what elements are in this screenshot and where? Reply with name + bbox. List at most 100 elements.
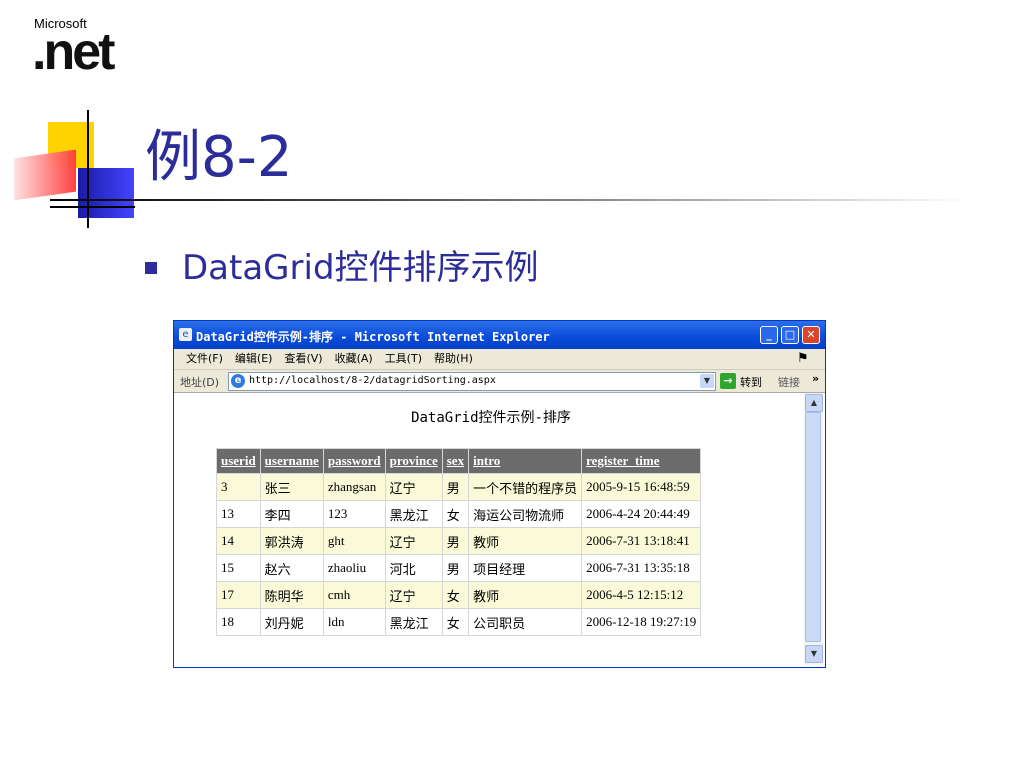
table-cell: 123 <box>322 500 386 528</box>
ie-icon: e <box>231 374 245 388</box>
grid-header-row: userid username password province sex in… <box>216 448 702 474</box>
window-titlebar: e DataGrid控件示例-排序 - Microsoft Internet E… <box>174 321 825 349</box>
table-cell: 刘丹妮 <box>259 608 324 636</box>
url-text[interactable]: http://localhost/8-2/datagridSorting.asp… <box>249 375 496 386</box>
slide-title: 例8-2 <box>145 125 293 190</box>
table-cell: 陈明华 <box>259 581 324 609</box>
maximize-button[interactable]: □ <box>781 326 799 344</box>
table-cell: 3 <box>216 473 261 501</box>
address-label: 地址(D) <box>180 376 220 389</box>
address-bar: 地址(D) e http://localhost/8-2/datagridSor… <box>174 370 825 393</box>
table-cell: 赵六 <box>259 554 324 582</box>
window-title: DataGrid控件示例-排序 - Microsoft Internet Exp… <box>196 330 550 344</box>
close-button[interactable]: ✕ <box>802 326 820 344</box>
ie-page-icon: e <box>179 328 192 341</box>
table-cell: 13 <box>216 500 261 528</box>
table-cell: 2006-4-24 20:44:49 <box>581 500 702 528</box>
sort-link-userid[interactable]: userid <box>221 453 256 468</box>
table-cell: 男 <box>441 527 470 555</box>
table-cell: 17 <box>216 581 261 609</box>
table-cell: 男 <box>441 554 470 582</box>
table-cell: 项目经理 <box>468 554 583 582</box>
chevron-down-icon[interactable]: ▼ <box>700 374 714 388</box>
scroll-thumb[interactable] <box>805 412 821 642</box>
table-cell: 海运公司物流师 <box>468 500 583 528</box>
table-cell: 教师 <box>468 527 583 555</box>
title-underline <box>50 199 970 201</box>
windows-flag-icon: ⚑ <box>797 351 809 366</box>
menu-edit[interactable]: 编辑(E) <box>235 349 273 369</box>
net-wordmark: .net <box>32 23 115 81</box>
sort-link-register-time[interactable]: register_time <box>586 453 659 468</box>
page-heading: DataGrid控件示例-排序 <box>411 410 571 426</box>
table-row: 17 陈明华 cmh 辽宁女教师 2006-4-5 12:15:12 <box>216 581 702 609</box>
decor-red-square <box>14 149 76 201</box>
table-cell: 河北 <box>384 554 443 582</box>
menu-help[interactable]: 帮助(H) <box>434 349 473 369</box>
table-cell: 辽宁 <box>384 581 443 609</box>
table-cell: 女 <box>441 608 470 636</box>
table-row: 18 刘丹妮 ldn 黑龙江女公司职员 2006-12-18 19:27:19 <box>216 608 702 636</box>
table-cell: zhaoliu <box>322 554 386 582</box>
go-button[interactable]: 转到 <box>740 374 762 390</box>
table-cell: 公司职员 <box>468 608 583 636</box>
table-cell: 2006-12-18 19:27:19 <box>581 608 702 636</box>
menu-view[interactable]: 查看(V) <box>284 349 322 369</box>
table-cell: 郭洪涛 <box>259 527 324 555</box>
table-cell: 女 <box>441 500 470 528</box>
table-cell: 2006-7-31 13:35:18 <box>581 554 702 582</box>
col-header[interactable]: register_time <box>581 448 702 474</box>
table-cell: ldn <box>322 608 386 636</box>
table-row: 13 李四 123 黑龙江女海运公司物流师 2006-4-24 20:44:49 <box>216 500 702 528</box>
table-cell: 女 <box>441 581 470 609</box>
menu-bar: 文件(F) 编辑(E) 查看(V) 收藏(A) 工具(T) 帮助(H) ⚑ <box>174 349 825 370</box>
links-button[interactable]: 链接 <box>778 374 800 390</box>
sort-link-intro[interactable]: intro <box>473 453 500 468</box>
more-chevron-icon[interactable]: » <box>812 372 819 385</box>
scroll-up-icon[interactable]: ▲ <box>805 394 823 412</box>
sort-link-province[interactable]: province <box>390 453 438 468</box>
vertical-scrollbar[interactable]: ▲ ▼ <box>804 393 823 665</box>
table-cell: cmh <box>322 581 386 609</box>
col-header[interactable]: intro <box>468 448 583 474</box>
table-row: 15 赵六 zhaoliu 河北男项目经理 2006-7-31 13:35:18 <box>216 554 702 582</box>
table-cell: zhangsan <box>322 473 386 501</box>
col-header[interactable]: sex <box>441 448 470 474</box>
table-cell: 15 <box>216 554 261 582</box>
table-row: 3 张三 zhangsan 辽宁男一个不错的程序员 2005-9-15 16:48:59 <box>216 473 702 501</box>
menu-tools[interactable]: 工具(T) <box>385 349 422 369</box>
menu-favorites[interactable]: 收藏(A) <box>335 349 373 369</box>
table-cell: 男 <box>441 473 470 501</box>
browser-window: e DataGrid控件示例-排序 - Microsoft Internet E… <box>173 320 826 668</box>
dotnet-logo: Microsoft .net <box>18 14 138 84</box>
sort-link-password[interactable]: password <box>328 453 381 468</box>
col-header[interactable]: userid <box>216 448 261 474</box>
table-cell: 黑龙江 <box>384 608 443 636</box>
table-row: 14 郭洪涛 ght 辽宁男教师 2006-7-31 13:18:41 <box>216 527 702 555</box>
table-cell: 黑龙江 <box>384 500 443 528</box>
col-header[interactable]: province <box>384 448 443 474</box>
table-cell: 2006-7-31 13:18:41 <box>581 527 702 555</box>
table-cell: 张三 <box>259 473 324 501</box>
decor-vertical-line <box>87 110 89 228</box>
go-arrow-icon[interactable]: → <box>720 373 736 389</box>
address-input[interactable]: e http://localhost/8-2/datagridSorting.a… <box>228 372 716 391</box>
table-cell: 2006-4-5 12:15:12 <box>581 581 702 609</box>
scroll-down-icon[interactable]: ▼ <box>805 645 823 663</box>
sort-link-username[interactable]: username <box>265 453 319 468</box>
table-cell: 一个不错的程序员 <box>468 473 583 501</box>
page-content: DataGrid控件示例-排序 userid username password… <box>178 393 804 663</box>
table-cell: 18 <box>216 608 261 636</box>
datagrid: userid username password province sex in… <box>216 448 702 636</box>
menu-file[interactable]: 文件(F) <box>186 349 223 369</box>
table-cell: 14 <box>216 527 261 555</box>
bullet-text: DataGrid控件排序示例 <box>182 248 539 288</box>
table-cell: 李四 <box>259 500 324 528</box>
table-cell: 教师 <box>468 581 583 609</box>
minimize-button[interactable]: _ <box>760 326 778 344</box>
col-header[interactable]: username <box>259 448 324 474</box>
table-cell: ght <box>322 527 386 555</box>
table-cell: 辽宁 <box>384 527 443 555</box>
sort-link-sex[interactable]: sex <box>447 453 464 468</box>
col-header[interactable]: password <box>322 448 386 474</box>
